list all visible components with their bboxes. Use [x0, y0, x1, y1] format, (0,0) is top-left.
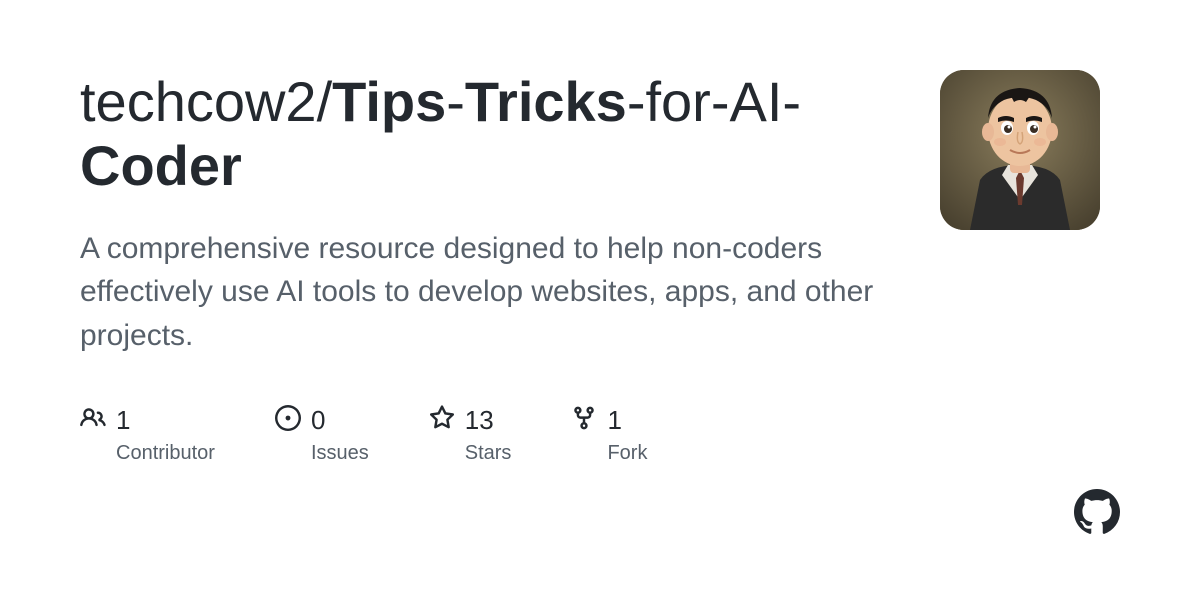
issues-count: 0 — [311, 405, 325, 436]
fork-icon — [571, 405, 597, 436]
repo-description: A comprehensive resource designed to hel… — [80, 227, 900, 358]
repo-name-part[interactable]: Coder — [80, 134, 242, 197]
stars-count: 13 — [465, 405, 494, 436]
contributors-icon — [80, 405, 106, 436]
contributors-label: Contributor — [116, 442, 215, 465]
stars-label: Stars — [465, 442, 512, 465]
repo-stats: 1 Contributor 0 Issues 13 — [80, 405, 900, 465]
github-logo-icon[interactable] — [1074, 489, 1120, 540]
repo-title[interactable]: techcow2/Tips-Tricks-for-AI- Coder — [80, 70, 900, 199]
owner-avatar[interactable] — [940, 70, 1100, 230]
title-separator: / — [317, 70, 333, 133]
issues-label: Issues — [311, 442, 369, 465]
repo-name-part[interactable]: Tips — [332, 70, 446, 133]
forks-count: 1 — [607, 405, 621, 436]
stat-contributors[interactable]: 1 Contributor — [80, 405, 215, 465]
issues-icon — [275, 405, 301, 436]
repo-name-part: -for-AI- — [627, 70, 801, 133]
forks-label: Fork — [607, 442, 647, 465]
stat-issues[interactable]: 0 Issues — [275, 405, 369, 465]
repo-name-part[interactable]: Tricks — [465, 70, 627, 133]
repo-owner[interactable]: techcow2 — [80, 70, 317, 133]
repo-name-part: - — [446, 70, 465, 133]
star-icon — [429, 405, 455, 436]
stat-stars[interactable]: 13 Stars — [429, 405, 512, 465]
repo-main: techcow2/Tips-Tricks-for-AI- Coder A comp… — [80, 70, 900, 465]
stat-forks[interactable]: 1 Fork — [571, 405, 647, 465]
contributors-count: 1 — [116, 405, 130, 436]
